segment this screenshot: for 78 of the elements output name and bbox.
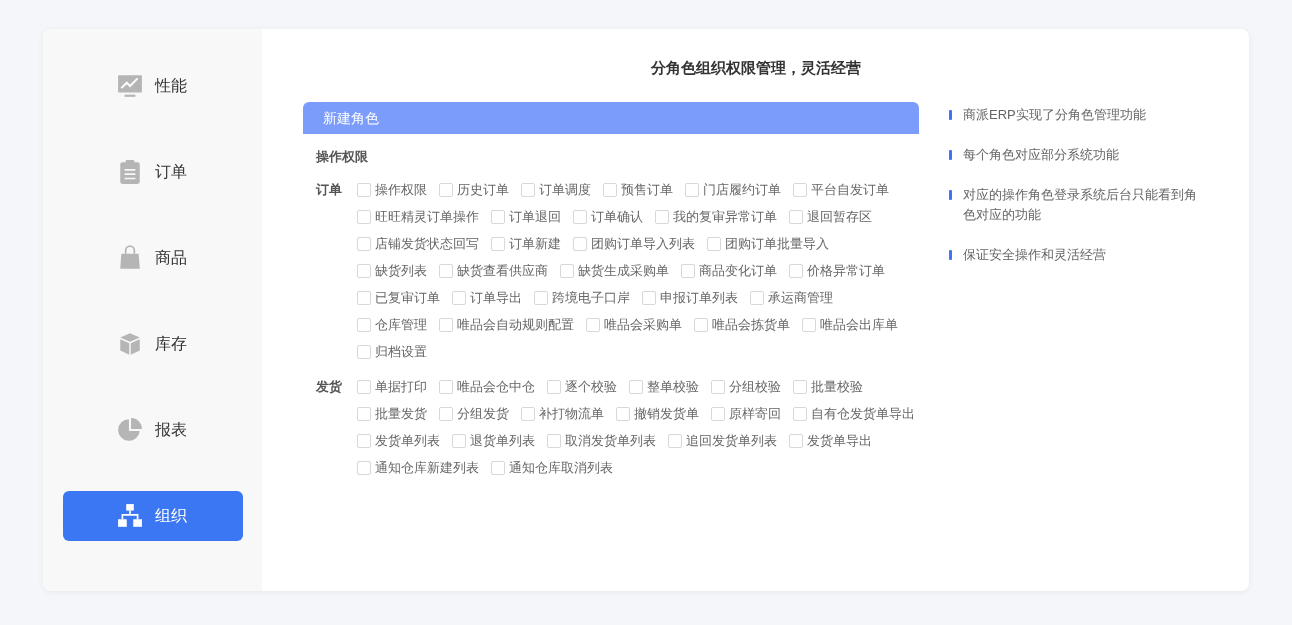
permission-checkbox[interactable]: 批量发货 [357,404,427,423]
sidebar-item[interactable]: 订单 [62,147,243,197]
feature-note: 商派ERP实现了分角色管理功能 [963,106,1146,124]
monitor-chart-icon [116,73,143,99]
feature-note: 对应的操作角色登录系统后台只能看到角色对应的功能 [963,186,1198,224]
permission-checkbox[interactable]: 发货单导出 [789,431,872,450]
permission-checkbox[interactable]: 缺货查看供应商 [439,261,548,280]
permission-checkbox[interactable]: 退货单列表 [452,431,535,450]
permission-checkbox[interactable]: 旺旺精灵订单操作 [357,207,479,226]
permission-checkbox[interactable]: 通知仓库新建列表 [357,458,479,477]
sidebar-item-label: 报表 [154,419,187,440]
permission-checkbox[interactable]: 通知仓库取消列表 [491,458,613,477]
permission-checkbox[interactable]: 唯品会采购单 [586,315,682,334]
permission-checkbox[interactable]: 历史订单 [439,180,509,199]
permission-checkbox[interactable]: 店铺发货状态回写 [357,234,479,253]
permission-checkbox[interactable]: 退回暂存区 [789,207,872,226]
permission-checkbox[interactable]: 我的复审异常订单 [655,207,777,226]
permission-checkbox[interactable]: 操作权限 [357,180,427,199]
sidebar-item-label: 性能 [154,75,187,96]
sidebar-item[interactable]: 商品 [62,233,243,283]
permission-checkbox[interactable]: 商品变化订单 [681,261,777,280]
panel-header: 新建角色 [303,102,919,134]
permission-checkbox[interactable]: 补打物流单 [521,404,604,423]
sidebar-item-label: 商品 [154,247,187,268]
permission-checkbox[interactable]: 缺货生成采购单 [560,261,669,280]
permission-checkbox[interactable]: 追回发货单列表 [668,431,777,450]
permission-checkbox[interactable]: 唯品会拣货单 [694,315,790,334]
permission-checkbox[interactable]: 发货单列表 [357,431,440,450]
permission-checkbox[interactable]: 整单校验 [629,377,699,396]
permission-checkbox[interactable]: 唯品会出库单 [802,315,898,334]
permission-checkbox[interactable]: 门店履约订单 [685,180,781,199]
permission-checkbox[interactable]: 预售订单 [603,180,673,199]
permission-checkbox[interactable]: 仓库管理 [357,315,427,334]
sidebar-item[interactable]: 报表 [62,405,243,455]
bullet-mark [949,190,952,200]
sidebar-item-label: 组织 [154,505,187,526]
permission-checkbox[interactable]: 订单退回 [491,207,561,226]
permission-checkbox[interactable]: 承运商管理 [750,288,833,307]
permission-checkbox[interactable]: 分组发货 [439,404,509,423]
bullet-mark [949,150,952,160]
permission-checkbox[interactable]: 逐个校验 [547,377,617,396]
permission-checkbox[interactable]: 申报订单列表 [642,288,738,307]
permission-checkbox[interactable]: 自有仓发货单导出 [793,404,915,423]
feature-note: 保证安全操作和灵活经营 [963,246,1106,264]
permission-checkbox[interactable]: 订单确认 [573,207,643,226]
org-chart-icon [116,503,143,529]
pie-chart-icon [116,417,143,443]
permission-checkbox[interactable]: 取消发货单列表 [547,431,656,450]
page-title: 分角色组织权限管理，灵活经营 [650,59,861,78]
permission-checkbox[interactable]: 价格异常订单 [789,261,885,280]
sidebar-item[interactable]: 库存 [62,319,243,369]
permission-checkbox[interactable]: 撤销发货单 [616,404,699,423]
permission-checkbox[interactable]: 唯品会自动规则配置 [439,315,574,334]
permission-checkbox[interactable]: 团购订单批量导入 [707,234,829,253]
permission-checkbox[interactable]: 原样寄回 [711,404,781,423]
permission-checkbox[interactable]: 订单新建 [491,234,561,253]
permission-checkbox[interactable]: 订单导出 [452,288,522,307]
group-label: 订单 [316,181,343,199]
bullet-mark [949,110,952,120]
sidebar-item-label: 库存 [154,333,187,354]
permission-checkbox[interactable]: 归档设置 [357,342,427,361]
permission-checkbox[interactable]: 团购订单导入列表 [573,234,695,253]
permission-checkbox[interactable]: 唯品会仓中仓 [439,377,535,396]
permission-checkbox[interactable]: 跨境电子口岸 [534,288,630,307]
permission-checkbox[interactable]: 缺货列表 [357,261,427,280]
group-label: 发货 [316,378,343,396]
permission-checkbox[interactable]: 已复审订单 [357,288,440,307]
sidebar-item-label: 订单 [154,161,187,182]
sidebar-item[interactable]: 组织 [62,491,243,541]
permission-checkbox[interactable]: 平台自发订单 [793,180,889,199]
feature-note: 每个角色对应部分系统功能 [963,146,1119,164]
permission-checkbox[interactable]: 单据打印 [357,377,427,396]
bullet-mark [949,250,952,260]
permission-checkbox[interactable]: 订单调度 [521,180,591,199]
section-title: 操作权限 [316,148,369,166]
sidebar-item[interactable]: 性能 [62,61,243,111]
permission-checkbox[interactable]: 分组校验 [711,377,781,396]
permission-checkbox[interactable]: 批量校验 [793,377,863,396]
